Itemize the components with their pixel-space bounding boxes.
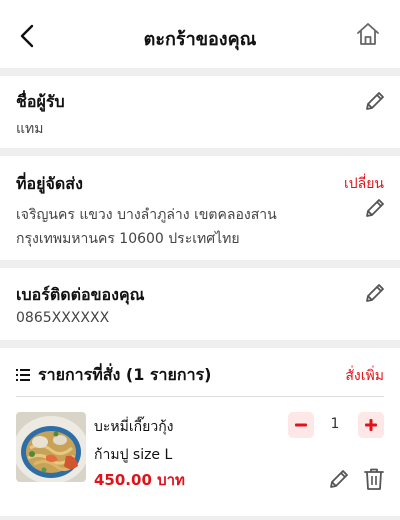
phone-value: 0865XXXXXX: [16, 310, 110, 326]
food-photo: [16, 412, 86, 482]
decrease-quantity-button[interactable]: [288, 412, 314, 438]
recipient-label: ชื่อผู้รับ: [16, 92, 65, 111]
order-header: รายการที่สั่ง (1 รายการ): [16, 364, 211, 386]
divider: [16, 396, 384, 397]
item-price: 450.00 บาท: [94, 471, 185, 489]
add-more-link[interactable]: สั่งเพิ่ม: [345, 365, 384, 387]
order-title: รายการที่สั่ง (1 รายการ): [38, 364, 212, 384]
pencil-icon[interactable]: [364, 90, 386, 112]
app-header: ตะกร้าของคุณ: [0, 0, 400, 68]
recipient-card: ชื่อผู้รับ แทม: [0, 76, 400, 148]
list-icon: [16, 369, 30, 381]
address-line-1: เจริญนคร แขวง บางลำภูล่าง เขตคลองสาน: [16, 207, 277, 223]
address-card: ที่อยู่จัดส่ง เปลี่ยน เจริญนคร แขวง บางล…: [0, 156, 400, 260]
pencil-icon[interactable]: [328, 468, 350, 490]
pencil-icon[interactable]: [364, 197, 386, 219]
address-line-2: กรุงเทพมหานคร 10600 ประเทศไทย: [16, 231, 240, 247]
address-label: ที่อยู่จัดส่ง: [16, 174, 83, 193]
trash-icon[interactable]: [363, 467, 385, 491]
increase-quantity-button[interactable]: [358, 412, 384, 438]
item-variant: ก้ามปู size L: [94, 447, 173, 463]
phone-card: เบอร์ติดต่อของคุณ 0865XXXXXX: [0, 268, 400, 340]
quantity-value: 1: [330, 416, 340, 432]
page-title: ตะกร้าของคุณ: [143, 29, 257, 50]
pencil-icon[interactable]: [364, 282, 386, 304]
item-name: บะหมี่เกี๊ยวกุ้ง: [94, 419, 174, 435]
change-address-link[interactable]: เปลี่ยน: [344, 173, 384, 195]
phone-label: เบอร์ติดต่อของคุณ: [16, 285, 145, 304]
recipient-value: แทม: [16, 121, 44, 137]
home-icon[interactable]: [354, 20, 382, 48]
order-card: รายการที่สั่ง (1 รายการ) สั่งเพิ่ม บะหมี…: [0, 348, 400, 516]
